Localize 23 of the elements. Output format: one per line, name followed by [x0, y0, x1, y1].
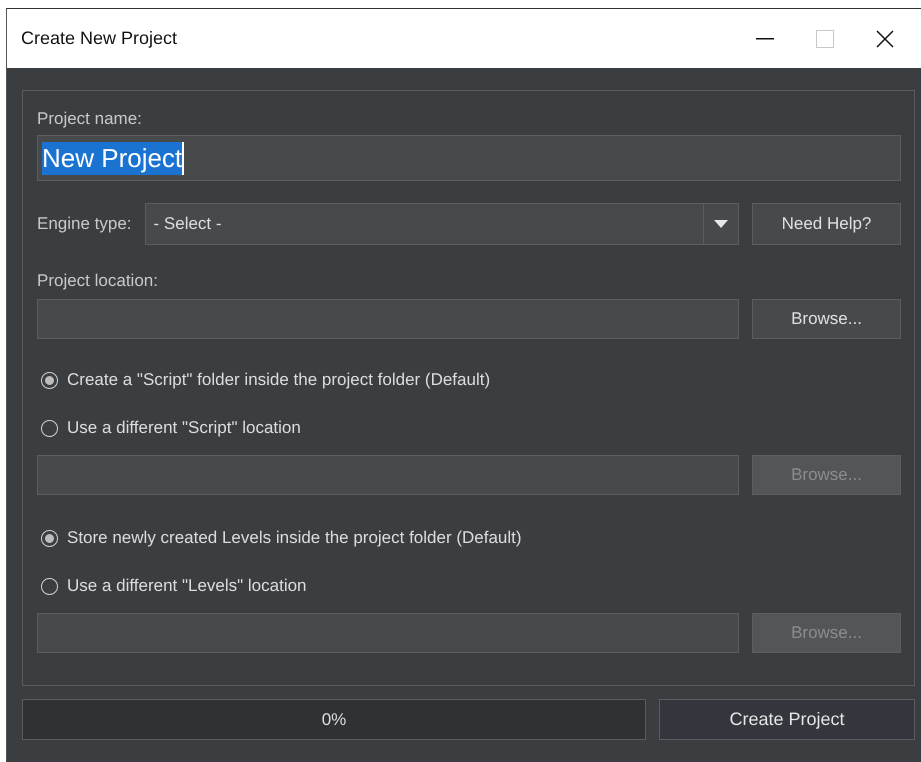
radio-option[interactable]: Store newly created Levels inside the project folder (Default) [37, 523, 901, 553]
radio-option[interactable]: Use a different "Script" location [37, 413, 901, 443]
need-help-button[interactable]: Need Help? [752, 203, 901, 245]
maximize-icon [816, 30, 834, 48]
radio-button[interactable] [41, 372, 58, 388]
close-icon [876, 30, 894, 48]
minimize-icon [756, 38, 774, 40]
radio-button[interactable] [41, 420, 58, 436]
radio-button[interactable] [41, 530, 58, 546]
create-project-button[interactable]: Create Project [659, 699, 915, 740]
progress-reading: 0% [322, 710, 346, 730]
browse-button[interactable]: Browse... [752, 299, 901, 339]
dropdown-arrow-icon [714, 220, 728, 228]
field-label: Project name: [37, 109, 143, 129]
radio-option[interactable]: Create a "Script" folder inside the project folder (Default) [37, 365, 901, 395]
field-label: Engine type: [37, 214, 132, 234]
project-name-field[interactable]: New Project [37, 135, 901, 181]
window-title: Create New Project [21, 28, 178, 49]
field-label: Project location: [37, 271, 159, 291]
engine-type-dropdown[interactable]: - Select - [144, 203, 739, 245]
radio-option[interactable]: Use a different "Levels" location [37, 571, 901, 601]
project-location-field[interactable] [37, 299, 739, 339]
radio-button[interactable] [41, 578, 58, 594]
